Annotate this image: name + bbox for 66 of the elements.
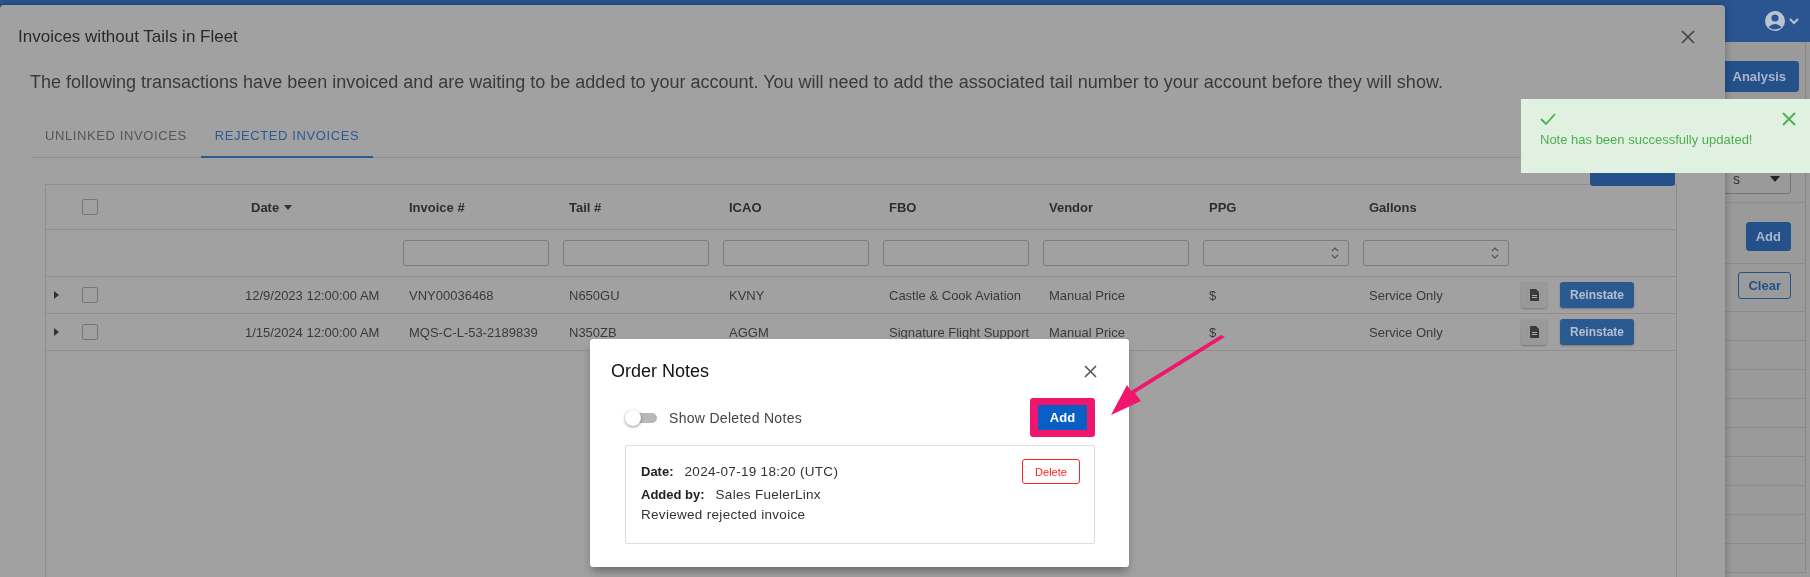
note-author: Sales FuelerLinx [715, 487, 821, 502]
close-icon[interactable] [1084, 365, 1097, 378]
close-icon[interactable] [1681, 30, 1695, 44]
table-cell: $ [1209, 287, 1217, 303]
table-cell: $ [1209, 324, 1217, 340]
tab[interactable]: REJECTED INVOICES [200, 113, 374, 158]
modal-title: Invoices without Tails in Fleet [18, 27, 238, 47]
column-header[interactable]: PPG [1209, 199, 1237, 215]
table-cell: Castle & Cook Aviation [889, 287, 1021, 303]
field-label: Date: [641, 464, 674, 479]
column-header[interactable]: Date [251, 199, 280, 215]
filter-field[interactable] [563, 240, 709, 266]
column-header[interactable]: Gallons [1369, 199, 1417, 215]
check-icon [1540, 113, 1556, 125]
checkbox[interactable] [82, 287, 98, 303]
notes-button[interactable] [1521, 282, 1547, 308]
tab[interactable]: UNLINKED INVOICES [31, 113, 201, 158]
table-cell: N350ZB [569, 324, 617, 340]
filter-field[interactable] [883, 240, 1029, 266]
note-text: Reviewed rejected invoice [641, 507, 807, 522]
delete-button[interactable]: Delete [1022, 459, 1080, 484]
filter-field[interactable] [403, 240, 549, 266]
column-header[interactable]: Vendor [1049, 199, 1094, 215]
note-date: 2024-07-19 18:20 (UTC) [684, 464, 839, 479]
column-header[interactable]: ICAO [729, 199, 762, 215]
table-cell: Manual Price [1049, 287, 1125, 303]
table-cell: AGGM [729, 324, 769, 340]
spinner-icon [1331, 247, 1339, 259]
table-cell: MQS-C-L-53-2189839 [409, 324, 538, 340]
toggle-label: Show Deleted Notes [669, 409, 803, 426]
clear-button[interactable]: Clear [1738, 272, 1791, 299]
add-button[interactable]: Add [1745, 222, 1791, 251]
column-header[interactable]: FBO [889, 199, 917, 215]
expand-icon[interactable] [54, 328, 59, 336]
table-cell: 12/9/2023 12:00:00 AM [245, 287, 380, 303]
column-header[interactable]: Invoice # [409, 199, 465, 215]
field-label: Added by: [641, 487, 705, 502]
add-button[interactable]: Add [1038, 405, 1087, 430]
number-field[interactable] [1363, 240, 1509, 266]
table-cell: Signature Flight Support [889, 324, 1030, 340]
table-cell: KVNY [729, 287, 765, 303]
table-cell: VNY00036468 [409, 287, 494, 303]
notes-button[interactable] [1521, 319, 1547, 345]
spinner-icon [1491, 247, 1499, 259]
reinstate-button[interactable]: Reinstate [1560, 282, 1634, 308]
caret-icon [1770, 176, 1780, 182]
checkbox[interactable] [82, 199, 98, 215]
filter-field[interactable] [1043, 240, 1189, 266]
toggle-switch[interactable] [625, 409, 657, 426]
filter-field[interactable] [723, 240, 869, 266]
table-cell: N650GU [569, 287, 620, 303]
table-cell: Service Only [1369, 287, 1443, 303]
document-icon [1529, 289, 1539, 301]
reinstate-button[interactable]: Reinstate [1560, 319, 1634, 345]
account-icon[interactable] [1764, 10, 1800, 32]
table-cell: 1/15/2024 12:00:00 AM [245, 324, 380, 340]
expand-icon[interactable] [54, 291, 59, 299]
table-cell: Manual Price [1049, 324, 1125, 340]
number-field[interactable] [1203, 240, 1349, 266]
column-header[interactable]: Tail # [569, 199, 602, 215]
checkbox[interactable] [82, 324, 98, 340]
document-icon [1529, 326, 1539, 338]
toast-message: Note has been successfully updated! [1540, 132, 1754, 147]
modal-description: The following transactions have been invoiced and are waiting to be added to your account. You will need to add the associated tail number to your account before they will show. [30, 72, 1444, 93]
table-cell: Service Only [1369, 324, 1443, 340]
dialog-title: Order Notes [611, 361, 710, 382]
